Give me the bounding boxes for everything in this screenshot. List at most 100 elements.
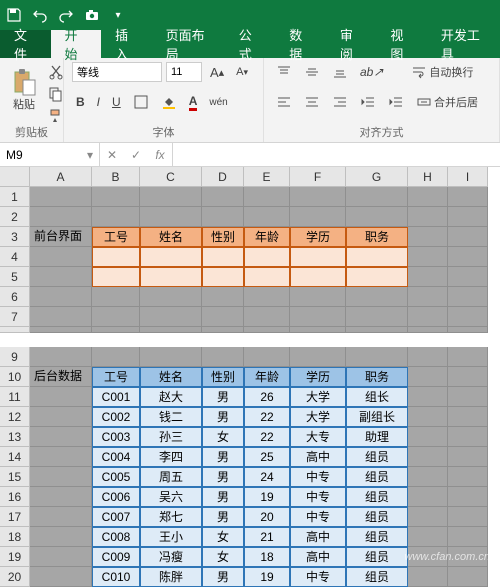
row-header[interactable]: 19 (0, 547, 30, 567)
cell[interactable] (346, 327, 408, 333)
wrap-text-button[interactable]: 自动换行 (407, 62, 477, 82)
cell[interactable]: 组员 (346, 567, 408, 587)
tab-insert[interactable]: 插入 (101, 30, 152, 58)
cell[interactable]: 性别 (202, 227, 244, 247)
cell[interactable] (408, 527, 448, 547)
cell[interactable] (140, 187, 202, 207)
align-middle-icon[interactable] (300, 62, 324, 82)
cell[interactable] (140, 207, 202, 227)
cell[interactable]: 钱二 (140, 407, 202, 427)
cell[interactable]: C005 (92, 467, 140, 487)
cell[interactable]: C010 (92, 567, 140, 587)
cell[interactable]: 组员 (346, 447, 408, 467)
row-header[interactable]: 4 (0, 247, 30, 267)
cell[interactable]: C007 (92, 507, 140, 527)
fx-icon[interactable]: fx (148, 143, 172, 167)
cell[interactable]: 大学 (290, 407, 346, 427)
cell[interactable] (244, 187, 290, 207)
cell[interactable]: 吴六 (140, 487, 202, 507)
cell[interactable] (202, 267, 244, 287)
cell[interactable] (92, 347, 140, 367)
column-header[interactable]: F (290, 167, 346, 187)
cell[interactable] (30, 347, 92, 367)
cell[interactable]: 组员 (346, 487, 408, 507)
cell[interactable]: 副组长 (346, 407, 408, 427)
cell[interactable] (346, 307, 408, 327)
cell[interactable] (408, 447, 448, 467)
cell[interactable] (448, 347, 488, 367)
cell[interactable]: 22 (244, 407, 290, 427)
cell[interactable] (30, 447, 92, 467)
cell[interactable] (202, 307, 244, 327)
cell[interactable] (30, 307, 92, 327)
cell[interactable] (202, 287, 244, 307)
cell[interactable] (244, 267, 290, 287)
cell[interactable] (448, 407, 488, 427)
cell[interactable] (408, 347, 448, 367)
tab-developer[interactable]: 开发工具 (427, 30, 500, 58)
cell[interactable] (30, 327, 92, 333)
cell[interactable] (202, 187, 244, 207)
cell[interactable] (202, 347, 244, 367)
cell[interactable] (346, 207, 408, 227)
cell[interactable] (290, 247, 346, 267)
cell[interactable] (408, 187, 448, 207)
cell[interactable] (448, 387, 488, 407)
cell[interactable]: 郑七 (140, 507, 202, 527)
cell[interactable] (408, 327, 448, 333)
cell[interactable] (448, 427, 488, 447)
camera-icon[interactable] (84, 7, 100, 23)
cell[interactable] (244, 287, 290, 307)
cell[interactable] (448, 227, 488, 247)
cell[interactable] (408, 267, 448, 287)
cell[interactable] (140, 267, 202, 287)
cell[interactable]: 李四 (140, 447, 202, 467)
row-header[interactable]: 20 (0, 567, 30, 587)
cell[interactable] (244, 307, 290, 327)
cell[interactable] (30, 527, 92, 547)
cell[interactable]: 大专 (290, 427, 346, 447)
cell[interactable] (408, 407, 448, 427)
cell[interactable] (448, 287, 488, 307)
cell[interactable] (448, 447, 488, 467)
font-name-select[interactable] (72, 62, 162, 82)
increase-font-icon[interactable]: A▴ (206, 63, 228, 82)
cell[interactable]: C001 (92, 387, 140, 407)
cell[interactable]: C008 (92, 527, 140, 547)
cell[interactable]: 女 (202, 547, 244, 567)
cell[interactable] (346, 287, 408, 307)
cell[interactable]: 组长 (346, 387, 408, 407)
cell[interactable]: 男 (202, 407, 244, 427)
cell[interactable]: 中专 (290, 567, 346, 587)
cell[interactable]: 26 (244, 387, 290, 407)
cell[interactable] (408, 387, 448, 407)
cell[interactable]: 大学 (290, 387, 346, 407)
row-header[interactable]: 12 (0, 407, 30, 427)
row-header[interactable]: 1 (0, 187, 30, 207)
cell[interactable] (140, 327, 202, 333)
cell[interactable] (202, 247, 244, 267)
increase-indent-icon[interactable] (384, 92, 408, 112)
paste-button[interactable]: 粘贴 (8, 62, 40, 118)
cell[interactable] (408, 207, 448, 227)
cell[interactable]: 男 (202, 507, 244, 527)
row-header[interactable]: 2 (0, 207, 30, 227)
cell[interactable] (92, 187, 140, 207)
cell[interactable]: 18 (244, 547, 290, 567)
phonetic-icon[interactable]: wén (205, 95, 231, 110)
cell[interactable]: 前台界面 (30, 227, 92, 247)
cell[interactable] (448, 367, 488, 387)
cell[interactable]: 男 (202, 387, 244, 407)
cell[interactable] (448, 207, 488, 227)
cell[interactable] (30, 427, 92, 447)
cell[interactable] (448, 247, 488, 267)
tab-file[interactable]: 文件 (0, 30, 51, 58)
cell[interactable]: 职务 (346, 227, 408, 247)
cell[interactable]: C006 (92, 487, 140, 507)
cancel-formula-icon[interactable]: ✕ (100, 143, 124, 167)
cell[interactable] (448, 267, 488, 287)
cell[interactable] (408, 367, 448, 387)
font-color-icon[interactable]: A (185, 92, 202, 113)
column-header[interactable]: H (408, 167, 448, 187)
tab-home[interactable]: 开始 (51, 30, 102, 58)
